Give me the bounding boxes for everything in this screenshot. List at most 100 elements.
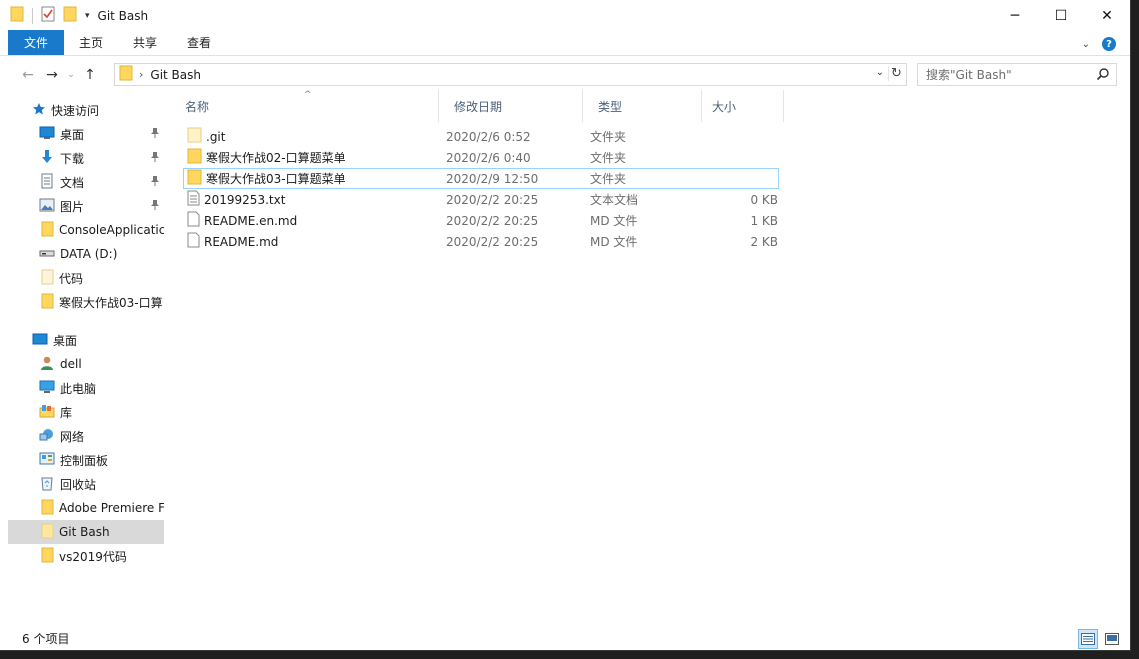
file-icon xyxy=(187,211,200,230)
new-folder-icon[interactable] xyxy=(63,6,77,25)
up-button[interactable]: ↑ xyxy=(78,67,102,83)
pin-icon[interactable] xyxy=(150,175,160,190)
minimize-button[interactable]: ─ xyxy=(992,0,1038,31)
file-size: 2 KB xyxy=(750,234,778,249)
sidebar-item-documents[interactable]: 文档 xyxy=(8,170,164,194)
address-history-dropdown[interactable]: ⌄ xyxy=(876,67,884,78)
sidebar-item-label: 桌面 xyxy=(60,127,85,142)
tab-view[interactable]: 查看 xyxy=(172,30,226,55)
sidebar-item-winter-project-03[interactable]: 寒假大作战03-口算 xyxy=(8,290,164,314)
sidebar-item-recycle-bin[interactable]: 回收站 xyxy=(8,472,164,496)
refresh-icon[interactable]: ↻ xyxy=(888,66,904,81)
sidebar-item-user[interactable]: dell xyxy=(8,352,164,376)
sidebar-item-adobe-premiere[interactable]: Adobe Premiere F xyxy=(8,496,164,520)
tab-file[interactable]: 文件 xyxy=(8,30,64,55)
column-header-type[interactable]: 类型 xyxy=(583,90,702,122)
sidebar-item-label: 控制面板 xyxy=(60,453,109,468)
pin-icon[interactable] xyxy=(150,127,160,142)
tab-home[interactable]: 主页 xyxy=(64,30,118,55)
pin-icon[interactable] xyxy=(150,151,160,166)
column-header-size[interactable]: 大小 xyxy=(702,90,784,122)
folder-icon xyxy=(41,523,54,542)
sidebar-item-quick-access[interactable]: 快速访问 xyxy=(8,98,164,122)
folder-icon xyxy=(10,6,24,25)
file-date: 2020/2/6 0:52 xyxy=(446,129,531,144)
sidebar-item-this-pc[interactable]: 此电脑 xyxy=(8,376,164,400)
title-bar: ▾ Git Bash ─ ☐ ✕ xyxy=(0,0,1130,31)
maximize-button[interactable]: ☐ xyxy=(1038,0,1084,31)
help-icon[interactable]: ? xyxy=(1102,37,1116,51)
file-name: 20199253.txt xyxy=(204,192,286,207)
sidebar-item-label: 寒假大作战03-口算 xyxy=(59,295,163,310)
file-row[interactable]: .git 2020/2/6 0:52 文件夹 xyxy=(170,126,779,147)
sidebar-item-label: DATA (D:) xyxy=(60,247,118,261)
search-box[interactable] xyxy=(917,63,1117,86)
file-row-selected[interactable]: 寒假大作战03-口算题菜单 2020/2/9 12:50 文件夹 xyxy=(183,168,779,189)
sidebar-item-git-bash[interactable]: Git Bash xyxy=(8,520,164,544)
customize-toolbar-dropdown[interactable]: ▾ xyxy=(85,11,90,21)
breadcrumb-separator[interactable]: › xyxy=(139,68,143,81)
folder-icon xyxy=(41,499,54,518)
sidebar-item-code[interactable]: 代码 xyxy=(8,266,164,290)
folder-icon xyxy=(41,221,54,240)
navigation-bar: ← → ⌄ ↑ › Git Bash ⌄ ↻ xyxy=(0,60,1130,90)
details-view-button[interactable] xyxy=(1078,629,1098,649)
sidebar-item-label: ConsoleApplicatic xyxy=(59,223,164,237)
file-size: 0 KB xyxy=(750,192,778,207)
column-header-label: 修改日期 xyxy=(454,99,503,114)
large-icons-view-button[interactable] xyxy=(1102,629,1122,649)
drive-icon xyxy=(39,246,55,263)
sidebar-item-libraries[interactable]: 库 xyxy=(8,400,164,424)
close-button[interactable]: ✕ xyxy=(1084,0,1130,31)
file-row[interactable]: 20199253.txt 2020/2/2 20:25 文本文档 0 KB xyxy=(170,189,779,210)
file-type: 文件夹 xyxy=(590,151,627,165)
sidebar-item-label: 下载 xyxy=(60,151,85,166)
file-date: 2020/2/2 20:25 xyxy=(446,192,539,207)
sidebar-item-desktop-root[interactable]: 桌面 xyxy=(8,328,164,352)
file-type: 文本文档 xyxy=(590,193,639,207)
file-type: 文件夹 xyxy=(590,172,627,186)
sidebar-item-downloads[interactable]: 下载 xyxy=(8,146,164,170)
breadcrumb-current[interactable]: Git Bash xyxy=(150,68,201,82)
file-row[interactable]: README.md 2020/2/2 20:25 MD 文件 2 KB xyxy=(170,231,779,252)
search-input[interactable] xyxy=(926,67,1091,82)
recent-locations-dropdown[interactable]: ⌄ xyxy=(64,70,78,80)
column-header-date[interactable]: 修改日期 xyxy=(439,90,583,122)
navigation-pane: 快速访问 桌面 下载 文档 图片 ConsoleApplicatic DATA … xyxy=(8,98,164,626)
sidebar-item-label: dell xyxy=(60,357,82,371)
column-header-name[interactable]: 名称 ^ xyxy=(170,90,439,122)
file-row[interactable]: README.en.md 2020/2/2 20:25 MD 文件 1 KB xyxy=(170,210,779,231)
details-view-icon xyxy=(1081,633,1095,645)
sidebar-item-label: vs2019代码 xyxy=(59,549,127,564)
address-bar[interactable]: › Git Bash ⌄ ↻ xyxy=(114,63,907,86)
sidebar-item-network[interactable]: 网络 xyxy=(8,424,164,448)
sidebar-item-data-drive[interactable]: DATA (D:) xyxy=(8,242,164,266)
back-button[interactable]: ← xyxy=(16,67,40,83)
file-size: 1 KB xyxy=(750,213,778,228)
toolbar-divider xyxy=(32,7,33,24)
column-header-label: 类型 xyxy=(598,99,623,114)
pin-icon[interactable] xyxy=(150,199,160,214)
sidebar-item-control-panel[interactable]: 控制面板 xyxy=(8,448,164,472)
sidebar-item-label: 桌面 xyxy=(53,333,78,348)
sidebar-item-pictures[interactable]: 图片 xyxy=(8,194,164,218)
tab-share[interactable]: 共享 xyxy=(118,30,172,55)
search-icon[interactable] xyxy=(1096,67,1110,84)
forward-button[interactable]: → xyxy=(40,67,64,83)
file-date: 2020/2/2 20:25 xyxy=(446,213,539,228)
file-row[interactable]: 寒假大作战02-口算题菜单 2020/2/6 0:40 文件夹 xyxy=(170,147,779,168)
ribbon-right-controls: ⌄ ? xyxy=(1082,37,1116,51)
file-name: 寒假大作战03-口算题菜单 xyxy=(206,172,346,186)
sidebar-item-label: 库 xyxy=(60,405,73,420)
sidebar-item-consoleapplication[interactable]: ConsoleApplicatic xyxy=(8,218,164,242)
file-type: MD 文件 xyxy=(590,235,638,249)
documents-icon xyxy=(39,173,55,192)
properties-icon[interactable] xyxy=(41,6,55,25)
column-header-label: 名称 xyxy=(185,99,210,114)
sidebar-item-vs2019-code[interactable]: vs2019代码 xyxy=(8,544,164,568)
sidebar-item-label: 回收站 xyxy=(60,477,97,492)
expand-ribbon-chevron-icon[interactable]: ⌄ xyxy=(1082,39,1090,50)
file-name: README.md xyxy=(204,234,279,249)
sidebar-item-desktop[interactable]: 桌面 xyxy=(8,122,164,146)
sidebar-item-label: Git Bash xyxy=(59,525,110,539)
